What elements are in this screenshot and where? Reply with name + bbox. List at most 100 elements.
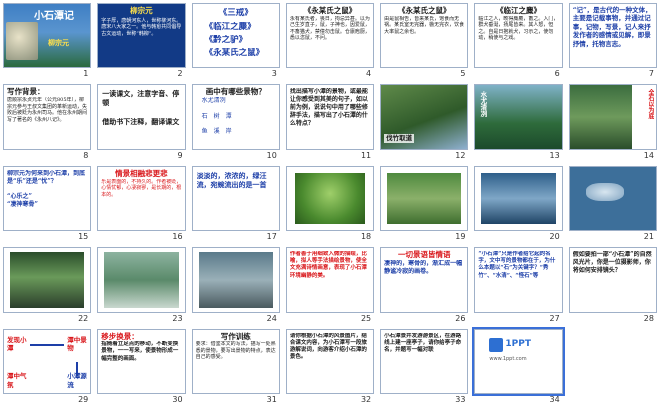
slide-canvas: 情景相融悲更悲 乐是表面的，不持久的。作者被贬，心情忧郁，心凄寂寥，是长期的，根… — [97, 165, 186, 232]
slide-number: 27 — [549, 313, 560, 323]
flow-node: 潭中景物 — [67, 335, 87, 353]
slide-number: 26 — [455, 313, 466, 323]
slide-thumbnail[interactable]: 请你根据小石潭的风景图片，结合课文内容，为小石潭写一段旅游解说词，向游客介绍小石… — [285, 328, 375, 405]
fish-image — [585, 182, 624, 201]
slide-thumbnail[interactable]: 20 — [474, 165, 563, 242]
slide-canvas — [474, 165, 563, 232]
slide-canvas: 淡淡的，浓浓的，绿汪流，宛蜿流出的是一首 — [191, 165, 280, 232]
slide-line: 《三戒》 — [218, 8, 253, 18]
slide-thumbnail[interactable]: 水尤清冽 13 — [474, 84, 563, 160]
slide-number: 30 — [172, 395, 183, 404]
slide-body: “记”，是古代的一种文体，主要是记载事物，并通过记事，记物，写景，记人来抒发作者… — [572, 6, 652, 48]
slide-thumbnail[interactable]: 柳宗元为何来到小石潭，到底是“乐”还是“忧”？ “心乐之” “凄神寒骨” 15 — [3, 165, 92, 242]
slide-thumbnail[interactable]: 找出描写小潭的景物，或最能让你感受到其美的句子，如以前为例，说说句中用了哪些修辞… — [285, 84, 375, 160]
slide-number: 19 — [455, 232, 466, 242]
slide-thumbnail[interactable]: 一切景语皆情语 凄神的，寒骨的，渐汇成一幅静谧冷寂的画卷。 26 — [380, 247, 469, 323]
slide-thumbnail[interactable]: 写作背景： 唐顺宗永贞元年（公元805年），柳宗元参与王叔文集团的革新运动，失败… — [3, 84, 92, 160]
scenery-image — [104, 252, 179, 308]
slide-thumbnail[interactable]: 19 — [380, 165, 469, 242]
slide-line: 《黔之驴》 — [204, 35, 248, 46]
slide-canvas: 一读课文，注意字音、停顿 借助书下注释，翻译课文 — [97, 84, 186, 150]
slide-number: 28 — [643, 313, 654, 323]
slide-body: 由是鼠相告，皆来某氏，饱食而无祸。某氏室无完器，椸无完衣，饮食大率鼠之余也。 — [384, 15, 465, 35]
slide-number: 31 — [266, 395, 277, 404]
slide-body: 乐是表面的，不持久的。作者被贬，心情忧郁，心凄寂寥，是长期的，根本的。 — [101, 178, 182, 198]
slide-canvas: 1PPT www.1ppt.com — [472, 326, 565, 397]
slide-canvas — [568, 165, 657, 232]
slide-thumbnail[interactable]: 《临江之麋》 临江之人，畋得麋麑，畜之。入门，群犬垂涎，扬尾皆来。其人怒，怛之。… — [474, 3, 563, 79]
slide-title: 移步换景： — [101, 331, 139, 341]
slide-title: 柳宗元 — [130, 6, 153, 15]
slide-thumbnail[interactable]: 画中有哪些景物？ 水尤清冽 石 树 潭 鱼 溪 岸 10 — [191, 84, 280, 160]
slide-thumbnail[interactable]: 作者善于用细致入微的描绘，比喻，拟人等手法描绘景物，使全文充满诗情画意，表现了小… — [285, 247, 375, 323]
slide-thumbnail[interactable]: 情景相融悲更悲 乐是表面的，不持久的。作者被贬，心情忧郁，心凄寂寥，是长期的，根… — [97, 165, 186, 242]
slide-number: 16 — [172, 232, 183, 242]
flow-arrow — [76, 361, 79, 376]
slide-thumbnail[interactable]: 小石潭景并发游游景区，在游路线上建一座亭子，请你给亭子命名，并题写一幅对联 33 — [380, 328, 469, 405]
slide-thumbnail[interactable]: 23 — [97, 247, 186, 323]
slide-number: 11 — [360, 150, 372, 160]
slide-body: 作者善于用细致入微的描绘，比喻，拟人等手法描绘景物，使全文充满诗情画意，表现了小… — [289, 251, 367, 279]
slide-number: 15 — [78, 232, 89, 242]
slide-thumbnail[interactable]: 18 — [285, 165, 375, 242]
slide-canvas: 作者善于用细致入微的描绘，比喻，拟人等手法描绘景物，使全文充满诗情画意，表现了小… — [285, 247, 375, 313]
slide-canvas: 《永某氏之鼠》 永有某氏者，畏日，拘忌异甚。以为己生岁直子，鼠，子神也，因爱鼠，… — [285, 3, 375, 69]
slide-thumbnail[interactable]: “小石潭”只是作者给它起的名字，文中写的景物都在于，为什么本题以“石”为关键字？… — [474, 247, 563, 323]
slide-number: 3 — [271, 69, 277, 79]
slide-thumbnail[interactable]: “记”，是古代的一种文体，主要是记载事物，并通过记事，记物，写景，记人来抒发作者… — [568, 3, 657, 79]
slide-thumbnail[interactable]: 假如要拍一部“小石潭”的自然风光片，你是一位摄影师，你将如何安排镜头？ 28 — [568, 247, 657, 323]
image-caption: 水尤清冽 — [478, 91, 487, 118]
slide-thumbnail[interactable]: 24 — [191, 247, 280, 323]
slide-canvas: 柳宗元 字子厚，唐朝河东人，世称柳河东。唐宋八大家之一。他与韩愈共同倡导古文运动… — [97, 3, 186, 69]
slide-number: 5 — [460, 69, 466, 79]
slide-title: 画中有哪些景物？ — [205, 87, 266, 97]
slide-number: 1 — [83, 69, 89, 79]
slide-number: 18 — [360, 232, 372, 242]
slide-author: 柳宗元 — [48, 38, 69, 47]
slide-thumbnail[interactable]: 写作训练 要求：借鉴本文的写法，描写一处熟悉的景物，要写出景物的特点，表达自己的… — [191, 328, 280, 405]
slide-canvas: 发现小潭 潭中景物 潭中气氛 小潭源流 — [3, 328, 92, 394]
slide-thumbnail[interactable]: 21 — [568, 165, 657, 242]
slide-body: 一读课文，注意字音、停顿 借助书下注释，翻译课文 — [102, 89, 180, 126]
slide-canvas: 小石潭景并发游游景区，在游路线上建一座亭子，请你给亭子命名，并题写一幅对联 — [380, 328, 469, 394]
slide-thumbnail[interactable]: 1PPT www.1ppt.com 34 — [472, 326, 565, 405]
slide-thumbnail[interactable]: 全石以为底 14 — [568, 84, 657, 160]
slide-thumbnail[interactable]: 《永某氏之鼠》 由是鼠相告，皆来某氏，饱食而无祸。某氏室无完器，椸无完衣，饮食大… — [380, 3, 469, 79]
slide-number: 8 — [83, 150, 89, 160]
scenery-image — [198, 252, 273, 308]
scenery-image — [475, 85, 562, 149]
slide-canvas — [97, 247, 186, 313]
image-caption: 全石以为底 — [646, 89, 654, 120]
slide-number: 4 — [366, 69, 372, 79]
slide-body: 水尤清冽 石 树 潭 鱼 溪 岸 — [201, 97, 232, 136]
slide-body: 假如要拍一部“小石潭”的自然风光片，你是一位摄影师，你将如何安排镜头？ — [572, 251, 652, 274]
slide-title: 《永某氏之鼠》 — [398, 6, 451, 15]
slide-number: 2 — [177, 69, 183, 79]
slide-thumbnail[interactable]: 22 — [3, 247, 92, 323]
logo-text: 1PPT — [505, 338, 532, 349]
slide-canvas — [380, 165, 469, 232]
slide-title: 情景相融悲更悲 — [115, 168, 168, 178]
slide-title: 《永某氏之鼠》 — [303, 6, 357, 15]
slide-thumbnail[interactable]: 《永某氏之鼠》 永有某氏者，畏日，拘忌异甚。以为己生岁直子，鼠，子神也，因爱鼠，… — [285, 3, 375, 79]
slide-thumbnail[interactable]: 小石潭记 柳宗元 1 — [3, 3, 92, 79]
slide-canvas: 柳宗元为何来到小石潭，到底是“乐”还是“忧”？ “心乐之” “凄神寒骨” — [3, 165, 92, 232]
slide-thumbnail[interactable]: 柳宗元 字子厚，唐朝河东人，世称柳河东。唐宋八大家之一。他与韩愈共同倡导古文运动… — [97, 3, 186, 79]
slide-thumbnail[interactable]: 伐竹取道 12 — [380, 84, 469, 160]
slide-title: 写作训练 — [220, 331, 251, 341]
slide-canvas: 移步换景： 指随着立足点的移动，不断变换景物，一一写来，使景物形成一幅完整的画面… — [97, 328, 186, 394]
slide-number: 9 — [177, 150, 183, 160]
slide-canvas: 请你根据小石潭的风景图片，结合课文内容，为小石潭写一段旅游解说词，向游客介绍小石… — [285, 328, 375, 394]
slide-title: 一切景语皆情语 — [398, 250, 451, 260]
slide-body: “小石潭”只是作者给它起的名字，文中写的景物都在于，为什么本题以“石”为关键字？… — [478, 251, 556, 279]
slide-line: 《临江之麋》 — [204, 22, 256, 33]
slide-title: 《临江之麋》 — [496, 6, 542, 15]
slide-canvas: 找出描写小潭的景物，或最能让你感受到其美的句子，如以前为例，说说句中用了哪些修辞… — [285, 84, 375, 150]
slide-thumbnail[interactable]: 移步换景： 指随着立足点的移动，不断变换景物，一一写来，使景物形成一幅完整的画面… — [97, 328, 186, 405]
slide-thumbnail[interactable]: 一读课文，注意字音、停顿 借助书下注释，翻译课文 9 — [97, 84, 186, 160]
slide-canvas: 一切景语皆情语 凄神的，寒骨的，渐汇成一幅静谧冷寂的画卷。 — [380, 247, 469, 313]
slide-thumbnail[interactable]: 发现小潭 潭中景物 潭中气氛 小潭源流 29 — [3, 328, 92, 405]
slide-thumbnail[interactable]: 淡淡的，浓浓的，绿汪流，宛蜿流出的是一首 17 — [191, 165, 280, 242]
slide-thumbnail[interactable]: 《三戒》 《临江之麋》 《黔之驴》 《永某氏之鼠》 3 — [191, 3, 280, 79]
scenery-image — [481, 172, 556, 225]
